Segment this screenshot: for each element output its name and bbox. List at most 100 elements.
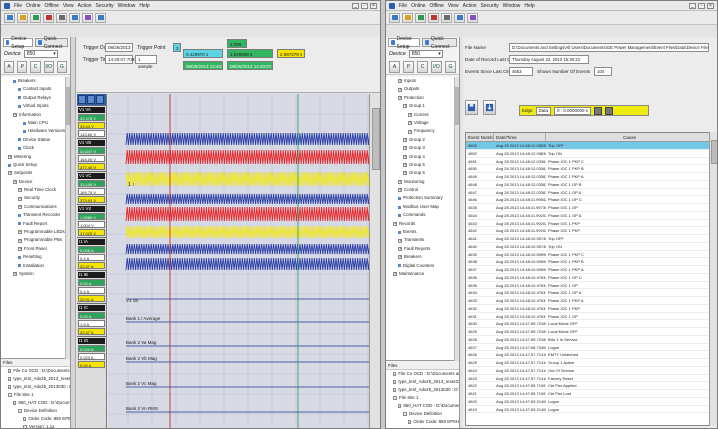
table-row[interactable]: 4634 Aug 28 2013 14:48:10.476347 Phase IOC… <box>466 289 712 297</box>
toolbar-button[interactable] <box>454 12 465 23</box>
menu-file[interactable]: File <box>14 3 22 9</box>
save-record-button[interactable] <box>465 100 478 115</box>
tree-item[interactable]: + Breakers <box>386 253 459 261</box>
table-row[interactable]: 4638 Aug 28 2013 14:48:10.509967 Phase IOC… <box>466 258 712 266</box>
menu-window[interactable]: Window <box>118 3 136 9</box>
tree-item[interactable]: Clock <box>1 144 70 152</box>
file-tree-item[interactable]: -type_test_Adv25_2013_reset330 <box>386 378 459 386</box>
tree-item[interactable]: + Information <box>1 111 70 119</box>
channel-block[interactable]: V1 VC 33,108 V 169.75 V 373.93 V <box>77 171 106 204</box>
collapse-icon[interactable]: - <box>8 377 12 381</box>
table-row[interactable]: 4625 Aug 28 2013 14:47:57.714162 Group 1 A… <box>466 359 712 367</box>
channel-block[interactable]: V1 VA 32,478 V 33.44 V 143.80 V <box>77 105 106 138</box>
tab-quick-connect[interactable]: Quick Connect <box>35 36 68 50</box>
expand-icon[interactable]: + <box>408 129 412 134</box>
restore-icon[interactable]: ▫ <box>361 2 368 9</box>
collapse-icon[interactable]: - <box>8 393 12 397</box>
tree-item[interactable]: + Real Time Clock <box>1 186 70 194</box>
tree-item[interactable]: Virtual Inputs <box>1 102 70 110</box>
table-row[interactable]: 4648 Aug 28 2013 14:48:12.033627 Phase IOC… <box>466 181 712 189</box>
expand-icon[interactable]: + <box>393 272 397 277</box>
tab-device-setup[interactable]: Device Setup <box>3 36 34 50</box>
tree-item[interactable]: + Programmable LEDs <box>1 228 70 236</box>
tree-item[interactable]: + Records <box>386 220 459 228</box>
close-icon[interactable]: × <box>707 2 714 9</box>
file-tree-item[interactable]: -Version: 1.1x <box>1 423 70 428</box>
menu-window[interactable]: Window <box>503 3 521 9</box>
file-tree-item[interactable]: - Device Definition <box>1 407 70 415</box>
toolbar-button[interactable] <box>56 12 67 23</box>
actual-values-icon[interactable]: A <box>4 60 15 73</box>
toolbar-button[interactable] <box>4 12 15 23</box>
sample-select[interactable]: 1 sample <box>135 55 157 69</box>
table-row[interactable]: 4646 Aug 28 2013 14:48:11.998427 Phase IOC… <box>466 196 712 204</box>
menu-help[interactable]: Help <box>139 3 149 9</box>
events-scrollbar[interactable] <box>709 132 717 426</box>
tree-scrollbar[interactable] <box>454 77 459 361</box>
expand-icon[interactable]: + <box>398 238 402 243</box>
toolbar-button[interactable] <box>402 12 413 23</box>
table-row[interactable]: 4630 Aug 28 2013 14:47:59.721899 Local Mod… <box>466 320 712 328</box>
table-row[interactable]: 4636 Aug 28 2013 14:48:10.476347 Phase IOC… <box>466 274 712 282</box>
table-row[interactable]: 4647 Aug 28 2013 14:48:12.033627 Phase IOC… <box>466 189 712 197</box>
tree-item[interactable]: + Fault Reports <box>386 245 459 253</box>
close-icon[interactable]: × <box>370 2 377 9</box>
collapse-icon[interactable]: - <box>393 388 397 392</box>
tree-item[interactable]: Device Status <box>1 136 70 144</box>
expand-icon[interactable]: + <box>403 146 407 151</box>
expand-icon[interactable]: + <box>398 247 402 251</box>
channel-block[interactable]: I1 IC 0.02 A 1.9 A 22.47 A <box>77 303 106 336</box>
actual-values-icon[interactable]: A <box>389 60 400 73</box>
tree-item[interactable]: + Outputs <box>386 85 459 93</box>
collapse-icon[interactable]: - <box>393 380 397 384</box>
tree-item[interactable]: Protection Summary <box>386 194 459 202</box>
tree-item[interactable]: + Group 4 <box>386 153 459 161</box>
expand-icon[interactable]: + <box>398 87 402 92</box>
tree-item[interactable]: + Group 5 <box>386 161 459 169</box>
table-row[interactable]: 4639 Aug 28 2013 14:48:10.509967 Phase IOC… <box>466 251 712 259</box>
collapse-icon[interactable]: - <box>403 412 407 416</box>
tree-item[interactable]: Quick Setup <box>1 161 70 169</box>
tab-device-setup[interactable]: Device Setup <box>388 36 421 50</box>
channel-block[interactable]: V1 VB 32,647 V 164.00 V 377.45 V <box>77 138 106 171</box>
plot-scrollbar[interactable] <box>369 94 380 428</box>
table-row[interactable]: 4644 Aug 28 2013 14:48:11.992027 Phase IOC… <box>466 212 712 220</box>
table-row[interactable]: 4631 Aug 28 2013 14:48:10.476347 Phase IOC… <box>466 313 712 321</box>
menu-action[interactable]: Action <box>463 3 477 9</box>
table-row[interactable]: 4622 Aug 28 2013 14:47:55.719911 Ctrl Pwr … <box>466 382 712 390</box>
expand-icon[interactable]: + <box>403 154 407 159</box>
expand-icon[interactable]: + <box>18 238 22 243</box>
toolbar-button[interactable] <box>17 12 28 23</box>
expand-icon[interactable]: + <box>8 154 12 159</box>
table-row[interactable]: 4624 Aug 28 2013 14:47:57.714162 Out Of Se… <box>466 367 712 375</box>
expand-icon[interactable]: + <box>13 112 17 117</box>
collapse-icon[interactable]: - <box>398 404 402 408</box>
table-row[interactable]: 4629 Aug 28 2013 14:47:59.721899 Local Mod… <box>466 328 712 336</box>
file-tree-item[interactable]: -type_test_Adv25_2013_reset330 <box>1 375 70 383</box>
tree-item[interactable]: Fault Report <box>1 220 70 228</box>
tree-item[interactable]: + Communications <box>1 203 70 211</box>
table-row[interactable]: 4641 Aug 28 2013 14:48:10.557406 Trip OFF <box>466 235 712 243</box>
channel-block[interactable]: I1 IG 0.020 A 0.023 A 0.02 A <box>77 336 106 369</box>
graph-icon[interactable]: G <box>445 60 456 73</box>
menu-online[interactable]: Online <box>411 3 425 9</box>
table-row[interactable]: 4640 Aug 28 2013 14:48:10.557406 Trip ON <box>466 243 712 251</box>
tree-item[interactable]: + Group 3 <box>386 144 459 152</box>
collapse-icon[interactable]: - <box>13 401 17 405</box>
collapse-icon[interactable]: - <box>408 420 412 424</box>
tree-item[interactable]: + Device <box>1 178 70 186</box>
tree-item[interactable]: + Protection <box>386 94 459 102</box>
toolbar-button[interactable] <box>467 12 478 23</box>
tree-item[interactable]: + Frequency <box>386 127 459 135</box>
device-select[interactable]: 850 <box>408 49 443 58</box>
toolbar-button[interactable] <box>30 12 41 23</box>
toolbar-button[interactable] <box>428 12 439 23</box>
col-date-time[interactable]: Date/Time <box>494 133 546 141</box>
table-row[interactable]: 4645 Aug 28 2013 14:48:11.997307 Phase IOC… <box>466 204 712 212</box>
file-tree-item[interactable]: -Order Code: 850 EP9HAP <box>386 418 459 426</box>
expand-icon[interactable]: + <box>408 121 412 126</box>
expand-icon[interactable]: + <box>18 230 22 235</box>
collapse-icon[interactable]: - <box>393 396 397 400</box>
toolbar-button[interactable] <box>441 12 452 23</box>
expand-icon[interactable]: + <box>398 188 402 193</box>
